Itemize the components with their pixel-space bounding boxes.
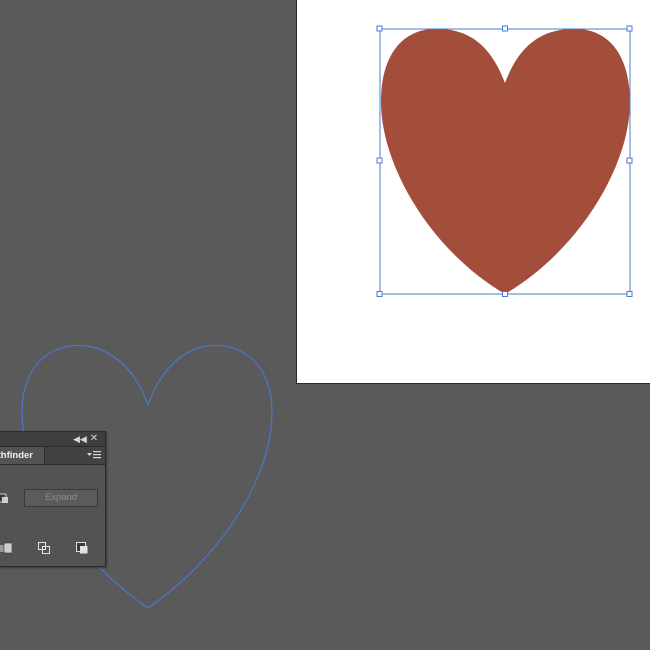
- handle-top-center[interactable]: [502, 25, 508, 32]
- minus-back-icon[interactable]: [75, 541, 89, 555]
- handle-bottom-right[interactable]: [626, 291, 633, 297]
- outline-icon[interactable]: [37, 541, 51, 555]
- handle-top-right[interactable]: [626, 25, 633, 32]
- handle-bottom-left[interactable]: [376, 291, 383, 297]
- handle-middle-left[interactable]: [376, 157, 383, 164]
- artboard[interactable]: [296, 0, 650, 384]
- close-icon[interactable]: ✕: [88, 432, 100, 446]
- exclude-icon[interactable]: [0, 541, 12, 555]
- handle-bottom-center[interactable]: [502, 291, 508, 297]
- expand-button[interactable]: Expand: [24, 489, 98, 507]
- handle-middle-right[interactable]: [626, 157, 633, 164]
- pathfinder-panel: ◀◀ ✕ Pathfinder Expand: [0, 431, 106, 567]
- panel-tab-row: Pathfinder: [0, 447, 105, 465]
- panel-title-bar[interactable]: ◀◀ ✕: [0, 432, 105, 447]
- panel-menu-icon[interactable]: [87, 450, 101, 460]
- double-chevron-left-icon[interactable]: ◀◀: [73, 432, 87, 446]
- tab-pathfinder[interactable]: Pathfinder: [0, 447, 45, 464]
- document-canvas[interactable]: ◀◀ ✕ Pathfinder Expand: [0, 0, 650, 650]
- handle-top-left[interactable]: [376, 25, 383, 32]
- shape-mode-icon[interactable]: [0, 491, 10, 505]
